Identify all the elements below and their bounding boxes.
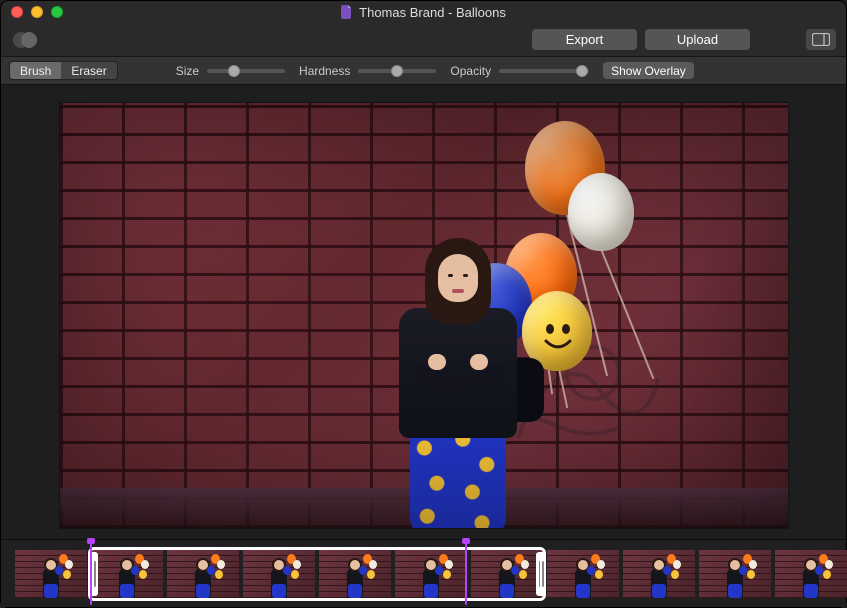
hardness-slider-group: Hardness: [299, 64, 436, 78]
playhead[interactable]: [90, 542, 92, 605]
canvas-area: [1, 85, 846, 539]
opacity-slider[interactable]: [499, 69, 589, 73]
playhead[interactable]: [465, 542, 467, 605]
window-controls: [11, 6, 63, 18]
eraser-tool-button[interactable]: Eraser: [61, 62, 116, 79]
timeline-thumb[interactable]: [471, 550, 543, 598]
vignette: [60, 103, 788, 528]
upload-button[interactable]: Upload: [645, 29, 750, 50]
window-title-group: Thomas Brand - Balloons: [1, 5, 846, 20]
timeline-thumb[interactable]: [395, 550, 467, 598]
timeline-thumb[interactable]: [547, 550, 619, 598]
window-title: Thomas Brand - Balloons: [359, 5, 506, 20]
panel-toggle-icon: [812, 33, 830, 46]
opacity-label: Opacity: [450, 64, 491, 78]
show-overlay-button[interactable]: Show Overlay: [603, 62, 694, 79]
mask-icon[interactable]: [11, 30, 39, 50]
fullscreen-window-button[interactable]: [51, 6, 63, 18]
timeline-thumb[interactable]: [623, 550, 695, 598]
close-window-button[interactable]: [11, 6, 23, 18]
size-label: Size: [176, 64, 199, 78]
hardness-label: Hardness: [299, 64, 350, 78]
export-button[interactable]: Export: [532, 29, 637, 50]
size-slider-group: Size: [176, 64, 285, 78]
timeline-thumb[interactable]: [91, 550, 163, 598]
timeline-thumb[interactable]: [775, 550, 847, 598]
brush-tool-button[interactable]: Brush: [10, 62, 61, 79]
hardness-slider[interactable]: [358, 69, 436, 73]
size-slider[interactable]: [207, 69, 285, 73]
document-icon: [341, 5, 353, 19]
timeline[interactable]: [1, 539, 846, 607]
video-frame[interactable]: [60, 103, 788, 528]
timeline-thumb[interactable]: [15, 550, 87, 598]
opacity-slider-group: Opacity: [450, 64, 589, 78]
panel-toggle-button[interactable]: [806, 29, 836, 50]
header-toolbar: Export Upload: [1, 23, 846, 57]
tool-segmented-control: Brush Eraser: [9, 61, 118, 80]
timeline-thumb[interactable]: [243, 550, 315, 598]
timeline-thumb[interactable]: [319, 550, 391, 598]
timeline-thumb[interactable]: [699, 550, 771, 598]
timeline-thumb[interactable]: [167, 550, 239, 598]
titlebar: Thomas Brand - Balloons: [1, 1, 846, 23]
minimize-window-button[interactable]: [31, 6, 43, 18]
brush-toolbar: Brush Eraser Size Hardness Opacity Show …: [1, 57, 846, 85]
